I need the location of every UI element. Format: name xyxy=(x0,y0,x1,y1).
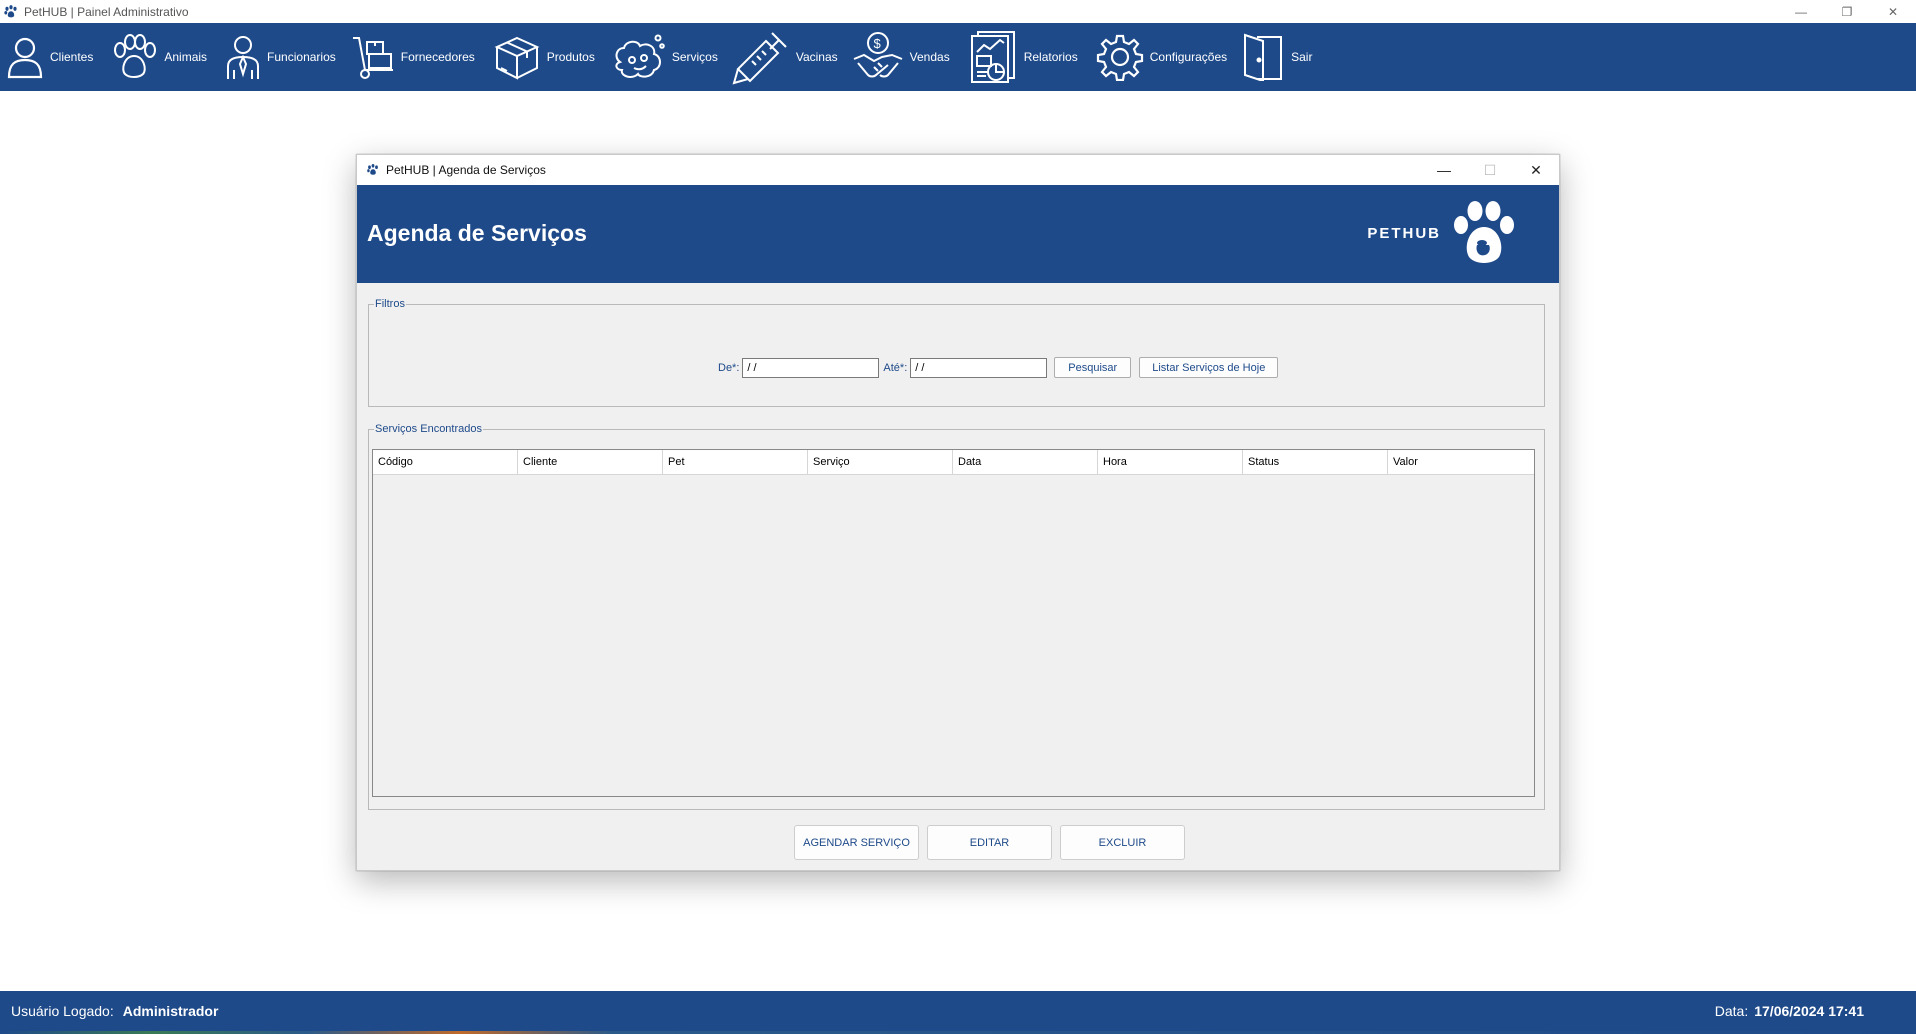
toolbar-label: Funcionarios xyxy=(267,50,336,64)
window-title: PetHUB | Painel Administrativo xyxy=(24,4,189,19)
gear-icon xyxy=(1096,34,1143,81)
close-button[interactable]: ✕ xyxy=(1870,0,1916,23)
paw-icon xyxy=(114,34,157,78)
toolbar-item-configuracoes[interactable]: Configurações xyxy=(1096,23,1227,91)
employee-icon xyxy=(227,36,260,79)
date-value: 17/06/2024 17:41 xyxy=(1754,1003,1864,1019)
column-header-codigo[interactable]: Código xyxy=(373,450,518,475)
toolbar-item-clientes[interactable]: Clientes xyxy=(6,23,93,91)
toolbar-label: Relatorios xyxy=(1023,50,1078,64)
delete-button[interactable]: EXCLUIR xyxy=(1060,825,1185,860)
schedule-service-button[interactable]: AGENDAR SERVIÇO xyxy=(794,825,919,860)
handshake-icon: $ xyxy=(853,32,903,78)
column-header-cliente[interactable]: Cliente xyxy=(518,450,663,475)
from-date-label: De*: xyxy=(718,361,740,374)
search-button[interactable]: Pesquisar xyxy=(1054,357,1132,378)
toolbar-label: Fornecedores xyxy=(400,50,475,64)
toolbar-label: Configurações xyxy=(1149,50,1228,64)
toolbar-item-produtos[interactable]: Produtos xyxy=(493,23,595,91)
edit-button[interactable]: EDITAR xyxy=(927,825,1052,860)
toolbar-item-animais[interactable]: Animais xyxy=(110,23,207,91)
toolbar-label: Clientes xyxy=(50,50,94,64)
toolbar-label: Animais xyxy=(164,50,208,64)
toolbar-item-vendas[interactable]: $ Vendas xyxy=(852,23,950,91)
paw-logo-icon xyxy=(1454,201,1514,263)
column-header-pet[interactable]: Pet xyxy=(663,450,808,475)
hand-truck-icon xyxy=(352,37,393,79)
column-header-data[interactable]: Data xyxy=(953,450,1098,475)
svg-text:$: $ xyxy=(873,36,881,51)
toolbar-item-sair[interactable]: Sair xyxy=(1241,23,1312,91)
from-date-field[interactable]: / / xyxy=(742,357,880,378)
to-date-field[interactable]: / / xyxy=(910,357,1048,378)
minimize-button[interactable]: — xyxy=(1778,0,1824,23)
filters-group: Filtros De*: / / Até*: / / Pesquisar Lis… xyxy=(368,298,1545,407)
toolbar-item-servicos[interactable]: Serviços xyxy=(612,23,718,91)
toolbar-item-relatorios[interactable]: Relatorios xyxy=(968,23,1078,91)
dialog-header: Agenda de Serviços PETHUB xyxy=(357,185,1559,283)
filters-legend: Filtros xyxy=(375,298,405,310)
exit-door-icon xyxy=(1244,33,1283,81)
action-buttons: AGENDAR SERVIÇO EDITAR EXCLUIR xyxy=(794,825,1185,860)
dialog-close-button[interactable]: ✕ xyxy=(1513,155,1559,185)
column-header-servico[interactable]: Serviço xyxy=(808,450,953,475)
column-header-hora[interactable]: Hora xyxy=(1098,450,1243,475)
toolbar-item-funcionarios[interactable]: Funcionarios xyxy=(225,23,336,91)
main-toolbar: Clientes Animais Funcionarios Fornecedor… xyxy=(0,23,1916,91)
toolbar-item-vacinas[interactable]: Vacinas xyxy=(732,23,838,91)
list-today-button[interactable]: Listar Serviços de Hoje xyxy=(1139,357,1279,378)
status-bar: Usuário Logado: Administrador Data: 17/0… xyxy=(0,991,1916,1031)
to-date-label: Até*: xyxy=(883,361,908,374)
syringe-icon xyxy=(732,32,787,85)
table-header: Código Cliente Pet Serviço Data Hora Sta… xyxy=(373,450,1534,475)
toolbar-label: Serviços xyxy=(671,50,718,64)
toolbar-label: Sair xyxy=(1291,50,1313,64)
toolbar-label: Produtos xyxy=(546,50,595,64)
brand-logo: PETHUB xyxy=(1367,199,1517,267)
grooming-icon xyxy=(615,34,665,78)
logged-user-label: Usuário Logado: xyxy=(11,1003,114,1019)
date-label: Data: xyxy=(1714,1003,1749,1019)
page-title: Agenda de Serviços xyxy=(367,220,587,246)
report-icon xyxy=(970,31,1015,83)
restore-button[interactable]: ❐ xyxy=(1824,0,1870,23)
dialog-maximize-button: ☐ xyxy=(1483,161,1497,178)
dialog-minimize-button[interactable]: — xyxy=(1421,155,1467,185)
services-table[interactable]: Código Cliente Pet Serviço Data Hora Sta… xyxy=(372,449,1535,797)
column-header-valor[interactable]: Valor xyxy=(1388,450,1534,475)
results-legend: Serviços Encontrados xyxy=(375,423,482,435)
logged-user-value: Administrador xyxy=(122,1003,219,1019)
results-group: Serviços Encontrados Código Cliente Pet … xyxy=(368,423,1545,810)
brand-name: PETHUB xyxy=(1367,224,1441,242)
toolbar-label: Vendas xyxy=(909,50,950,64)
paw-icon xyxy=(4,4,17,17)
box-icon xyxy=(494,36,540,80)
user-icon xyxy=(7,37,43,79)
toolbar-item-fornecedores[interactable]: Fornecedores xyxy=(351,23,475,91)
dialog-title-bar: PetHUB | Agenda de Serviços — ☐ ✕ xyxy=(357,155,1559,185)
dialog-title: PetHUB | Agenda de Serviços xyxy=(386,163,546,177)
window-title-bar: PetHUB | Painel Administrativo — ❐ ✕ xyxy=(0,0,1916,23)
paw-icon xyxy=(367,163,378,175)
column-header-status[interactable]: Status xyxy=(1243,450,1388,475)
toolbar-label: Vacinas xyxy=(795,50,838,64)
agenda-servicos-dialog: PetHUB | Agenda de Serviços — ☐ ✕ Agenda… xyxy=(356,154,1560,871)
